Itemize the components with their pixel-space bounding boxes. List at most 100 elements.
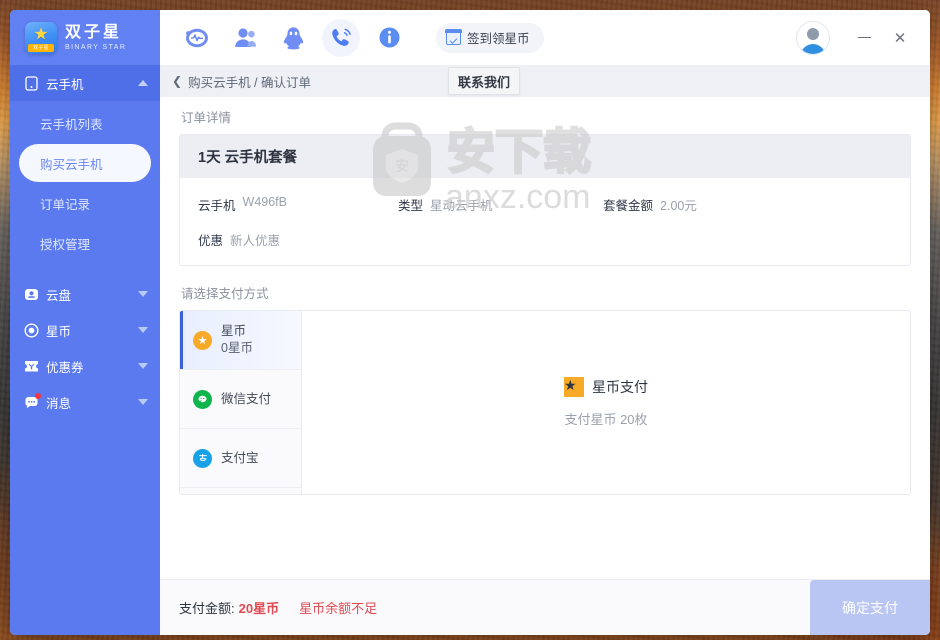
field-key: 云手机 xyxy=(198,199,236,213)
coupon-icon xyxy=(24,359,39,374)
star-coin-icon: ★ xyxy=(193,330,212,350)
sidebar-item-buy-cloud-phone[interactable]: 购买云手机 xyxy=(19,144,151,182)
insufficient-balance-warning: 星币余额不足 xyxy=(299,601,378,616)
sidebar-item-label: 购买云手机 xyxy=(40,157,103,172)
payment-detail-title: 星币支付 xyxy=(592,379,648,395)
sidebar-group-star-coin[interactable]: 星币 xyxy=(10,312,160,348)
title-bar: 签到领星币 ✕ xyxy=(160,10,930,65)
main-area: 签到领星币 ✕ ❮ 购买云手机 / 确认订单 联系我们 订单详情 1天 云手机套… xyxy=(160,10,930,635)
sidebar-group-label-cloud-phone: 云手机 xyxy=(46,77,84,92)
payment-option-alipay[interactable]: 支付宝 xyxy=(180,429,301,488)
close-icon: ✕ xyxy=(893,29,907,47)
signin-reward-button[interactable]: 签到领星币 xyxy=(436,22,544,53)
contact-us-tooltip[interactable]: 联系我们 xyxy=(448,67,521,95)
field-key: 优惠 xyxy=(198,234,224,248)
app-logo: ★ 双子星 双子星 BINARY STAR xyxy=(10,10,160,65)
payment-method-label: 请选择支付方式 xyxy=(181,287,269,301)
content-area: 订单详情 1天 云手机套餐 云手机 W496fB 类型 星动云手机 套餐金额 2… xyxy=(160,97,930,579)
back-icon[interactable]: ❮ xyxy=(172,74,182,88)
order-field-amount: 套餐金额 2.00元 xyxy=(603,195,697,214)
field-value: W496fB xyxy=(242,195,287,209)
sidebar-group-cloud-phone[interactable]: 云手机 xyxy=(10,65,160,101)
order-details-label: 订单详情 xyxy=(181,111,232,125)
sidebar-group-coupon[interactable]: 优惠券 xyxy=(10,348,160,384)
sidebar-item-cloud-phone-list[interactable]: 云手机列表 xyxy=(19,104,151,142)
order-fields: 云手机 W496fB 类型 星动云手机 套餐金额 2.00元 优惠 新人优惠 xyxy=(180,178,910,265)
star-coin-icon xyxy=(24,322,39,338)
application-window: ★ 双子星 双子星 BINARY STAR 云手机 云手机列表 购买云手机 订单… xyxy=(10,10,930,635)
minimize-button[interactable] xyxy=(846,19,882,57)
calendar-check-icon xyxy=(445,29,462,45)
chevron-up-icon xyxy=(138,80,148,86)
star-glyph: ★ xyxy=(33,24,49,44)
sidebar-group-label-message: 消息 xyxy=(46,396,72,411)
breadcrumb: ❮ 购买云手机 / 确认订单 联系我们 xyxy=(160,65,930,97)
brand-name-cn: 双子星 xyxy=(65,23,123,41)
field-value: 新人优惠 xyxy=(230,234,281,248)
star-coin-icon: ★ xyxy=(564,377,584,397)
monitor-icon[interactable] xyxy=(178,19,216,57)
order-field-row: 云手机 W496fB 类型 星动云手机 套餐金额 2.00元 xyxy=(198,195,892,214)
chevron-down-icon xyxy=(138,327,148,333)
field-key: 类型 xyxy=(398,199,424,213)
order-field-type: 类型 星动云手机 xyxy=(398,195,603,214)
confirm-payment-button[interactable]: 确定支付 xyxy=(810,579,930,635)
sidebar-subitems-cloud-phone: 云手机列表 购买云手机 订单记录 授权管理 xyxy=(10,101,160,264)
sidebar-item-label: 订单记录 xyxy=(40,197,91,212)
order-field-discount: 优惠 新人优惠 xyxy=(198,230,398,249)
chevron-down-icon xyxy=(138,363,148,369)
sidebar-item-label: 云手机列表 xyxy=(40,117,103,132)
order-details-card: 1天 云手机套餐 云手机 W496fB 类型 星动云手机 套餐金额 2.00元 … xyxy=(179,134,911,266)
field-value: 2.00元 xyxy=(660,199,697,213)
contacts-icon[interactable] xyxy=(226,19,264,57)
sidebar-group-message[interactable]: 消息 xyxy=(10,384,160,420)
avatar[interactable] xyxy=(796,20,830,55)
phone-icon xyxy=(24,75,39,91)
brand-logo-chip: 双子星 xyxy=(28,43,54,52)
chevron-down-icon xyxy=(138,399,148,405)
order-field-device: 云手机 W496fB xyxy=(198,195,398,214)
payment-option-wechat[interactable]: 微信支付 xyxy=(180,370,301,429)
payment-footer: 支付金额: 20星币 星币余额不足 确定支付 xyxy=(160,579,930,635)
sidebar-item-label: 授权管理 xyxy=(40,237,91,252)
chevron-down-icon xyxy=(138,291,148,297)
close-button[interactable]: ✕ xyxy=(882,19,918,57)
payment-option-balance: 0星币 xyxy=(221,341,253,355)
message-unread-badge xyxy=(35,392,41,399)
field-value: 星动云手机 xyxy=(430,199,493,213)
payment-option-star-coin[interactable]: ★ 星币 0星币 xyxy=(180,311,301,370)
alipay-icon xyxy=(193,448,212,468)
brand-name-en: BINARY STAR xyxy=(65,43,127,51)
payment-total-label: 支付金额: xyxy=(179,601,235,616)
minimize-icon xyxy=(857,36,871,39)
order-field-row: 优惠 新人优惠 xyxy=(198,230,892,249)
sidebar-filler xyxy=(10,420,160,635)
payment-option-name: 支付宝 xyxy=(221,450,259,465)
field-key: 套餐金额 xyxy=(603,199,654,213)
phone-support-icon[interactable] xyxy=(322,18,360,57)
payment-total-amount: 20星币 xyxy=(238,601,280,616)
payment-detail-title-row: ★ 星币支付 xyxy=(564,377,648,397)
sidebar-group-label-cloud-disk: 云盘 xyxy=(46,288,72,303)
avatar-head xyxy=(807,27,819,40)
sidebar-group-cloud-disk[interactable]: 云盘 xyxy=(10,276,160,312)
payment-detail-amount: 支付星币 20枚 xyxy=(564,412,648,427)
brand-logo-icon: ★ 双子星 xyxy=(25,21,57,54)
sidebar-group-label-star-coin: 星币 xyxy=(46,324,72,339)
payment-option-name: 星币 xyxy=(221,324,247,339)
info-icon[interactable] xyxy=(370,19,408,57)
sidebar-item-auth-management[interactable]: 授权管理 xyxy=(19,224,151,262)
avatar-body xyxy=(800,43,826,54)
payment-option-name: 微信支付 xyxy=(221,391,272,406)
breadcrumb-text[interactable]: 购买云手机 / 确认订单 xyxy=(188,72,311,91)
payment-methods-panel: ★ 星币 0星币 微信支付 支付宝 ★ 星币支付 支付星币 20枚 xyxy=(179,310,911,495)
message-icon xyxy=(24,392,41,410)
sidebar-item-order-records[interactable]: 订单记录 xyxy=(19,184,151,222)
wechat-pay-icon xyxy=(193,389,212,409)
order-package-title: 1天 云手机套餐 xyxy=(180,135,910,178)
payment-method-list: ★ 星币 0星币 微信支付 支付宝 xyxy=(180,311,302,494)
qq-penguin-icon[interactable] xyxy=(274,19,312,57)
payment-total: 支付金额: 20星币 xyxy=(179,598,279,617)
contact-us-label: 联系我们 xyxy=(458,74,511,90)
signin-reward-label: 签到领星币 xyxy=(467,32,530,46)
